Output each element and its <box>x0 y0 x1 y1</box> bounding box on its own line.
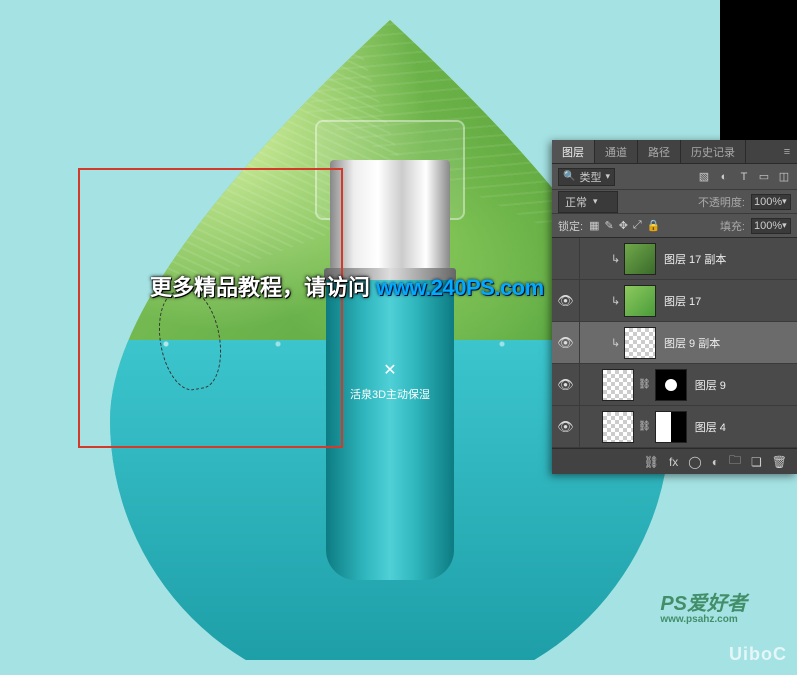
visibility-toggle[interactable]: 👁 <box>552 364 580 405</box>
clip-arrow-icon: ↳ <box>611 252 620 265</box>
filter-shape-icon[interactable]: ▭ <box>757 170 771 184</box>
lock-artboard-icon[interactable]: ⤢ <box>633 219 642 232</box>
promo-overlay-text: 更多精品教程，请访问 www.240PS.com <box>150 270 544 302</box>
layer-name[interactable]: 图层 17 副本 <box>664 251 726 267</box>
tab-paths[interactable]: 路径 <box>638 140 681 163</box>
watermark-psahz: PS爱好者 www.psahz.com <box>660 587 747 625</box>
layer-thumbnail[interactable]: ↳ <box>624 243 656 275</box>
app-background-strip <box>720 0 797 140</box>
layers-panel-footer: ⛓ fx ◯ ◐ 🗀 ❏ 🗑 <box>552 448 797 474</box>
filter-adjustment-icon[interactable]: ◐ <box>717 170 731 184</box>
watermark-uiboc: UiboC <box>729 644 787 665</box>
add-mask-icon[interactable]: ◯ <box>688 455 701 469</box>
lock-brush-icon[interactable]: ✎ <box>604 219 613 232</box>
layer-row[interactable]: 👁 ↳ 图层 17 <box>552 280 797 322</box>
visibility-toggle[interactable]: 👁 <box>552 238 580 279</box>
layer-filter-icons: ▧ ◐ T ▭ ◫ <box>697 170 791 184</box>
new-adjustment-icon[interactable]: ◐ <box>712 455 719 469</box>
opacity-label: 不透明度: <box>698 194 745 210</box>
layer-name[interactable]: 图层 9 <box>695 377 726 393</box>
layer-name[interactable]: 图层 9 副本 <box>664 335 720 351</box>
fill-value: 100% <box>754 220 782 232</box>
bottle-brand-text: 活泉3D主动保湿 <box>326 386 454 402</box>
blend-mode-value: 正常 <box>565 194 587 210</box>
layer-row[interactable]: 👁 ⛓ 图层 9 <box>552 364 797 406</box>
layer-mask-thumbnail[interactable] <box>655 411 687 443</box>
blend-opacity-row: 正常 ▾ 不透明度: 100% ▾ <box>552 190 797 214</box>
layer-filter-kind-label: 类型 <box>579 169 601 185</box>
clip-arrow-icon: ↳ <box>611 336 620 349</box>
layer-list: 👁 ↳ 图层 17 副本 👁 ↳ 图层 17 👁 ↳ 图层 9 副本 👁 <box>552 238 797 448</box>
lock-fill-row: 锁定: ▦ ✎ ✥ ⤢ 🔒 填充: 100% ▾ <box>552 214 797 238</box>
panel-menu-icon[interactable]: ≡ <box>777 140 797 163</box>
layer-row[interactable]: 👁 ↳ 图层 17 副本 <box>552 238 797 280</box>
visibility-toggle[interactable]: 👁 <box>552 322 580 363</box>
layer-row[interactable]: 👁 ↳ 图层 9 副本 <box>552 322 797 364</box>
chevron-down-icon: ▾ <box>605 171 610 182</box>
filter-pixel-icon[interactable]: ▧ <box>697 170 711 184</box>
mask-link-icon[interactable]: ⛓ <box>638 379 651 390</box>
link-layers-icon[interactable]: ⛓ <box>644 455 659 469</box>
layer-row[interactable]: 👁 ⛓ 图层 4 <box>552 406 797 448</box>
promo-url: www.240PS.com <box>376 275 544 300</box>
tab-layers[interactable]: 图层 <box>552 140 595 163</box>
layer-fx-icon[interactable]: fx <box>669 455 678 469</box>
filter-smartobject-icon[interactable]: ◫ <box>777 170 791 184</box>
fill-field[interactable]: 100% ▾ <box>751 218 791 234</box>
opacity-field[interactable]: 100% ▾ <box>751 194 791 210</box>
bottle-label: ✕ 活泉3D主动保湿 <box>326 360 454 402</box>
layer-name[interactable]: 图层 4 <box>695 419 726 435</box>
layers-panel: 图层 通道 路径 历史记录 ≡ 🔍 类型 ▾ ▧ ◐ T ▭ ◫ 正常 ▾ 不透… <box>552 140 797 474</box>
new-layer-icon[interactable]: ❏ <box>751 455 762 469</box>
search-icon: 🔍 <box>563 171 575 182</box>
delete-layer-icon[interactable]: 🗑 <box>772 455 787 469</box>
chevron-down-icon: ▾ <box>593 196 598 207</box>
promo-prefix: 更多精品教程，请访问 <box>150 275 370 300</box>
filter-type-icon[interactable]: T <box>737 170 751 184</box>
layer-filter-kind-select[interactable]: 🔍 类型 ▾ <box>558 168 615 186</box>
new-group-icon[interactable]: 🗀 <box>729 451 741 472</box>
lock-position-icon[interactable]: ✥ <box>619 219 628 232</box>
lock-all-icon[interactable]: 🔒 <box>647 219 661 232</box>
visibility-toggle[interactable]: 👁 <box>552 406 580 447</box>
chevron-down-icon: ▾ <box>782 220 787 231</box>
layer-mask-thumbnail[interactable] <box>655 369 687 401</box>
layer-thumbnail[interactable]: ↳ <box>624 327 656 359</box>
blend-mode-select[interactable]: 正常 ▾ <box>558 191 618 213</box>
mask-link-icon[interactable]: ⛓ <box>638 421 651 432</box>
clip-arrow-icon: ↳ <box>611 294 620 307</box>
layer-thumbnail[interactable] <box>602 411 634 443</box>
tab-channels[interactable]: 通道 <box>595 140 638 163</box>
tab-history[interactable]: 历史记录 <box>681 140 746 163</box>
visibility-toggle[interactable]: 👁 <box>552 280 580 321</box>
opacity-value: 100% <box>754 196 782 208</box>
butterfly-icon: ✕ <box>326 360 454 380</box>
layer-thumbnail[interactable]: ↳ <box>624 285 656 317</box>
lock-transparency-icon[interactable]: ▦ <box>589 219 599 232</box>
layer-name[interactable]: 图层 17 <box>664 293 701 309</box>
layer-thumbnail[interactable] <box>602 369 634 401</box>
layer-filter-row: 🔍 类型 ▾ ▧ ◐ T ▭ ◫ <box>552 164 797 190</box>
bottle-body: ✕ 活泉3D主动保湿 <box>326 280 454 580</box>
lock-label: 锁定: <box>558 218 583 234</box>
chevron-down-icon: ▾ <box>782 196 787 207</box>
panel-tab-bar: 图层 通道 路径 历史记录 ≡ <box>552 140 797 164</box>
fill-label: 填充: <box>720 218 745 234</box>
bottle-cap-metal <box>330 160 450 270</box>
